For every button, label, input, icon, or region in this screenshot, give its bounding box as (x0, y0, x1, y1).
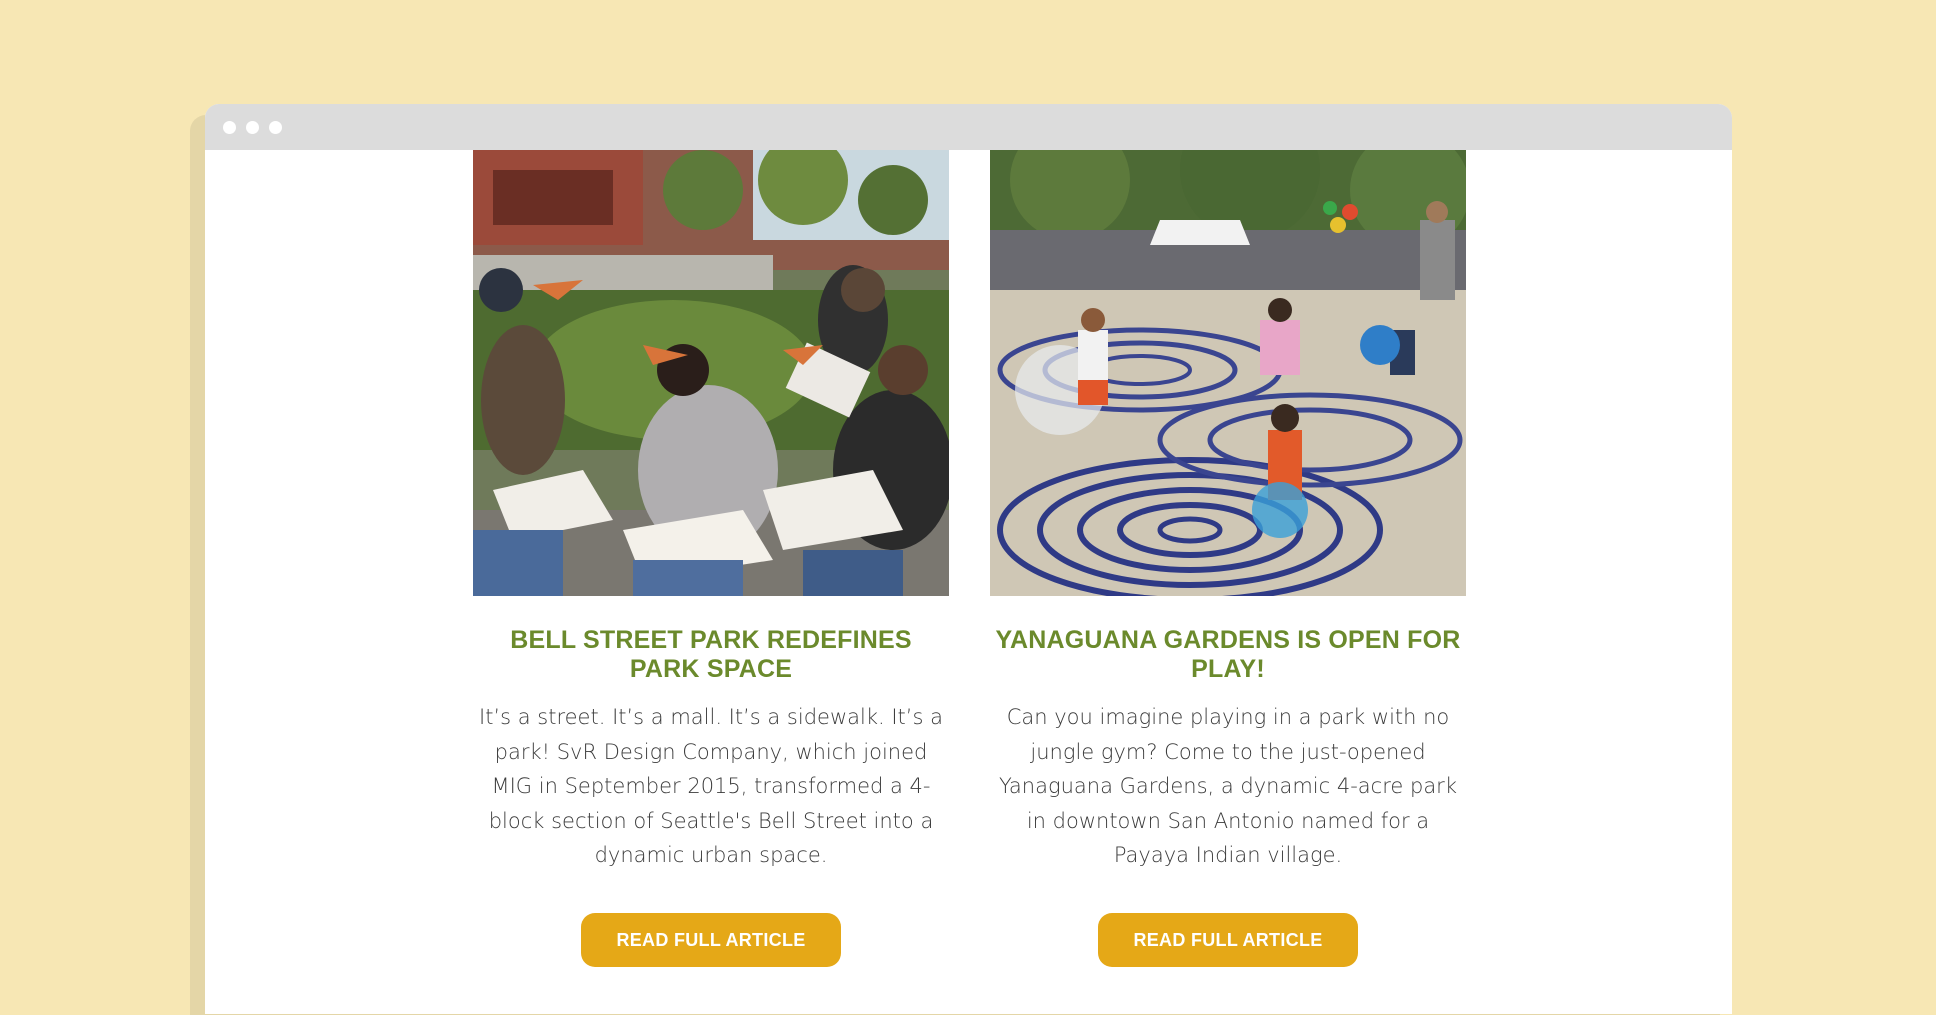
article-title: YANAGUANA GARDENS IS OPEN FOR PLAY! (995, 626, 1461, 683)
newsletter-content: BELL STREET PARK REDEFINES PARK SPACE It… (205, 150, 1732, 1014)
window-controls (223, 121, 282, 134)
window-dot-icon (223, 121, 236, 134)
browser-titlebar (205, 104, 1732, 150)
read-full-article-button[interactable]: READ FULL ARTICLE (581, 912, 841, 967)
window-dot-icon (269, 121, 282, 134)
article-summary: Can you imagine playing in a park with n… (999, 705, 1457, 867)
article-card: YANAGUANA GARDENS IS OPEN FOR PLAY! Can … (990, 150, 1466, 967)
article-summary: It’s a street. It’s a mall. It’s a sidew… (479, 705, 943, 867)
article-photo (473, 150, 949, 596)
article-photo (990, 150, 1466, 596)
article-title: BELL STREET PARK REDEFINES PARK SPACE (510, 626, 912, 683)
window-dot-icon (246, 121, 259, 134)
read-full-article-button[interactable]: READ FULL ARTICLE (1098, 912, 1358, 967)
article-card: BELL STREET PARK REDEFINES PARK SPACE It… (473, 150, 949, 967)
browser-window: BELL STREET PARK REDEFINES PARK SPACE It… (205, 104, 1732, 1014)
